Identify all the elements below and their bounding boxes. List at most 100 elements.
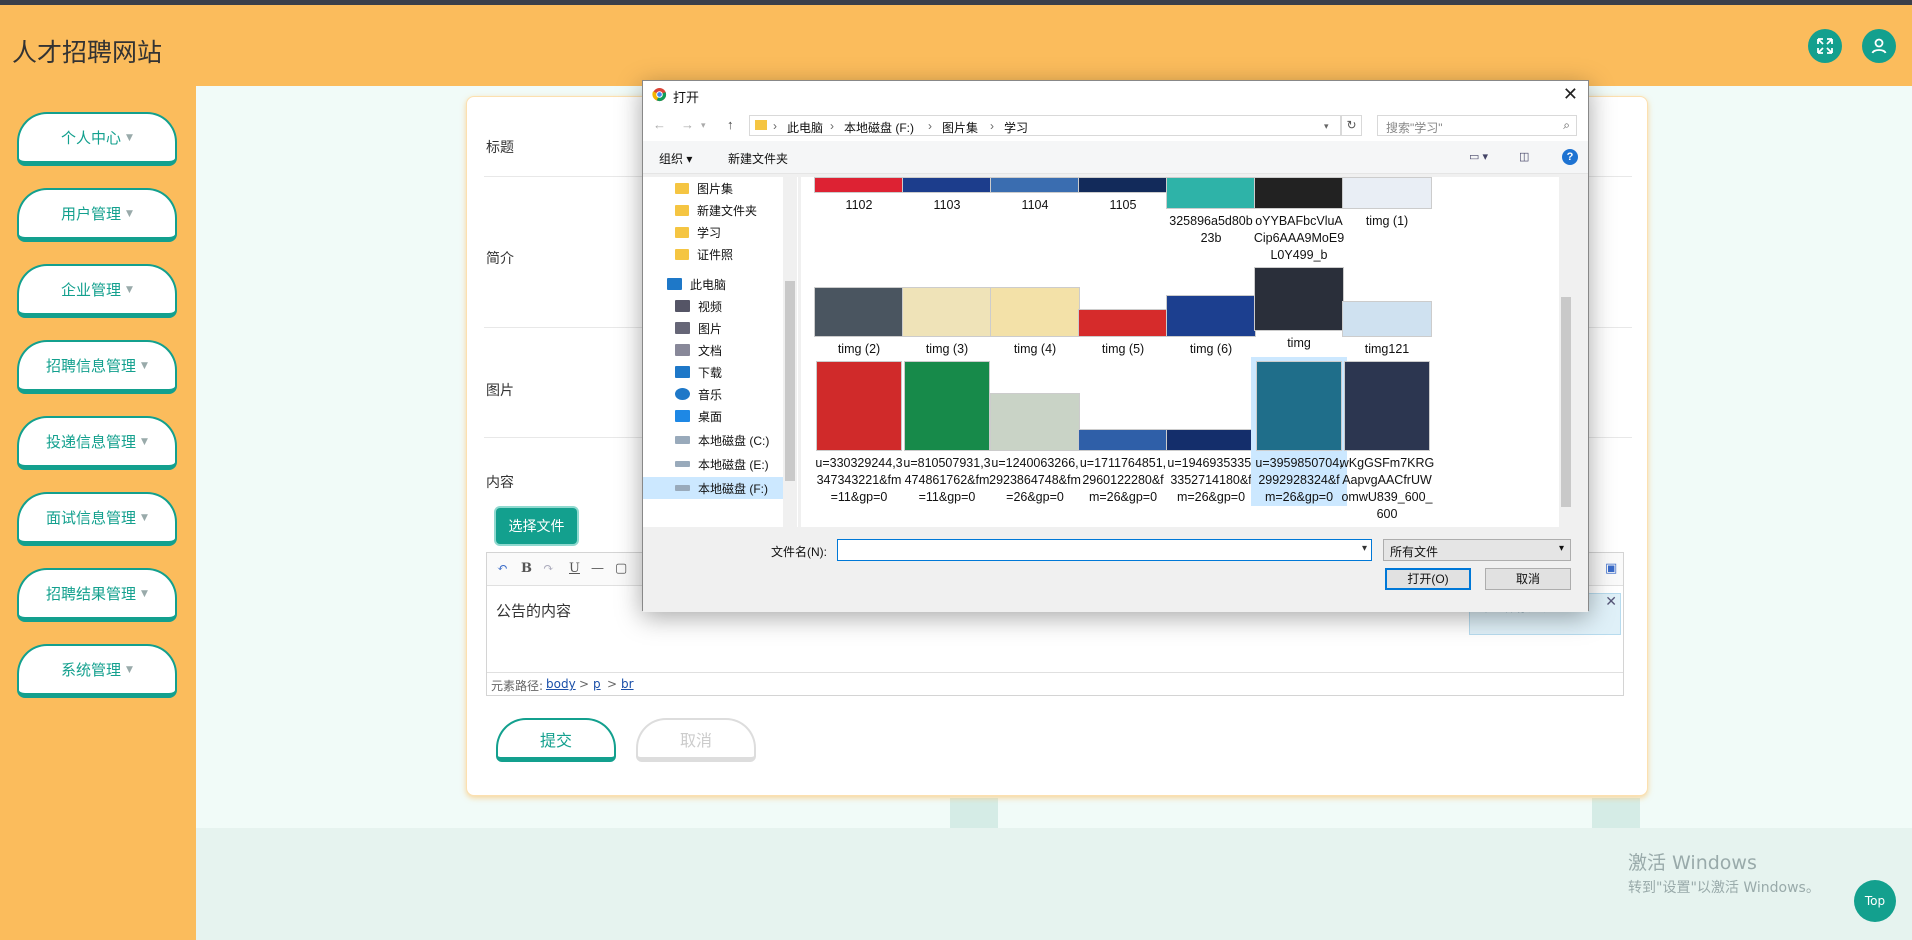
file-item[interactable]: timg	[1251, 267, 1347, 352]
file-item[interactable]: 325896a5d80b 23b	[1163, 177, 1259, 247]
file-item[interactable]: wKgGSFm7KRG AapvgAACfrUW omwU839_600_ 60…	[1339, 361, 1435, 523]
breadcrumb-segment[interactable]: 此电脑	[787, 119, 823, 136]
sidebar-item-application-management[interactable]: 投递信息管理 ▼	[17, 416, 177, 470]
file-item[interactable]: 1103	[899, 177, 995, 214]
file-item[interactable]: u=330329244,3 347343221&fm =11&gp=0	[811, 361, 907, 506]
tree-item-videos[interactable]: 视频	[643, 295, 783, 317]
refresh-button[interactable]: ↻	[1341, 115, 1362, 136]
file-item[interactable]: u=1946935335, 3352714180&f m=26&gp=0	[1163, 361, 1259, 506]
user-button[interactable]	[1862, 29, 1896, 63]
close-icon[interactable]: ✕	[1563, 84, 1578, 105]
sidebar-item-interview-management[interactable]: 面试信息管理 ▼	[17, 492, 177, 546]
filetype-select[interactable]: 所有文件 ▾	[1383, 539, 1571, 561]
organize-button[interactable]: 组织 ▾	[659, 150, 692, 167]
file-name: u=1240063266, 2923864748&fm =26&gp=0	[989, 456, 1081, 504]
tree-item-folder[interactable]: 证件照	[643, 243, 783, 265]
close-icon[interactable]: ✕	[1605, 594, 1617, 610]
tree-item-desktop[interactable]: 桌面	[643, 405, 783, 427]
sidebar-item-system-management[interactable]: 系统管理 ▼	[17, 644, 177, 698]
choose-file-button[interactable]: 选择文件	[496, 508, 577, 544]
navigation-pane: 图片集 新建文件夹 学习 证件照 此电脑 视频 图片 文档 下载 音乐 桌面 本…	[643, 177, 798, 527]
chrome-icon	[652, 87, 667, 102]
submit-button[interactable]: 提交	[496, 718, 616, 762]
address-bar[interactable]: › 此电脑 › 本地磁盘 (F:) › 图片集 › 学习 ▾	[749, 115, 1341, 136]
sidebar-item-result-management[interactable]: 招聘结果管理 ▼	[17, 568, 177, 622]
tree-item-pictures[interactable]: 图片	[643, 317, 783, 339]
horizontal-rule-icon[interactable]: —	[591, 561, 604, 576]
file-name: timg (5)	[1101, 342, 1145, 356]
file-item[interactable]: oYYBAFbcVluA Cip6AAA9MoE9 L0Y499_b	[1251, 177, 1347, 264]
fullscreen-button[interactable]	[1808, 29, 1842, 63]
tree-item-downloads[interactable]: 下载	[643, 361, 783, 383]
tree-scrollbar[interactable]	[783, 177, 797, 527]
file-item[interactable]: 1102	[811, 177, 907, 214]
file-item[interactable]: timg (5)	[1075, 287, 1171, 358]
path-link-br[interactable]: br	[621, 677, 634, 691]
help-icon[interactable]: ?	[1562, 149, 1578, 165]
cancel-button[interactable]: 取消	[636, 718, 756, 762]
file-item[interactable]: timg (3)	[899, 287, 995, 358]
forward-icon[interactable]: →	[681, 117, 694, 132]
tree-item-label: 本地磁盘 (C:)	[698, 433, 770, 448]
underline-icon[interactable]: U	[569, 561, 580, 576]
dialog-cancel-button[interactable]: 取消	[1485, 568, 1571, 590]
tree-item-folder[interactable]: 新建文件夹	[643, 199, 783, 221]
filename-input[interactable]: ▾	[837, 539, 1372, 561]
file-list-scrollbar[interactable]	[1559, 177, 1573, 527]
preview-pane-icon[interactable]: ◫	[1519, 150, 1529, 163]
tree-item-documents[interactable]: 文档	[643, 339, 783, 361]
tree-item-music[interactable]: 音乐	[643, 383, 783, 405]
tree-item-this-pc[interactable]: 此电脑	[643, 273, 783, 295]
path-link-p[interactable]: p	[593, 677, 601, 691]
file-item[interactable]: timg (1)	[1339, 177, 1435, 230]
scrollbar-thumb[interactable]	[1561, 297, 1571, 507]
breadcrumb-segment[interactable]: 学习	[1004, 119, 1028, 136]
breadcrumb-segment[interactable]: 本地磁盘 (F:)	[844, 119, 914, 136]
tree-item-drive-f[interactable]: 本地磁盘 (F:)	[643, 477, 783, 499]
breadcrumb-segment[interactable]: 图片集	[942, 119, 978, 136]
file-name: 1104	[1021, 198, 1049, 212]
path-link-body[interactable]: body	[546, 677, 576, 691]
file-item[interactable]: timg (6)	[1163, 287, 1259, 358]
bold-icon[interactable]: B	[521, 561, 532, 576]
scrollbar-thumb[interactable]	[785, 281, 795, 481]
search-input[interactable]: 搜索"学习" ⌕	[1377, 115, 1577, 136]
up-icon[interactable]: ↑	[727, 117, 734, 132]
file-name: timg (2)	[837, 342, 881, 356]
fullscreen-editor-icon[interactable]: ▣	[1605, 561, 1617, 576]
sidebar-item-user-management[interactable]: 用户管理 ▼	[17, 188, 177, 242]
file-item[interactable]: u=1711764851, 2960122280&f m=26&gp=0	[1075, 361, 1171, 506]
tree-item-label: 图片集	[697, 181, 734, 196]
sidebar-item-personal-center[interactable]: 个人中心 ▼	[17, 112, 177, 166]
sidebar-item-job-info-management[interactable]: 招聘信息管理 ▼	[17, 340, 177, 394]
tree-item-folder[interactable]: 学习	[643, 221, 783, 243]
tree-item-folder[interactable]: 图片集	[643, 177, 783, 199]
file-item[interactable]: u=1240063266, 2923864748&fm =26&gp=0	[987, 361, 1083, 506]
redo-icon[interactable]: ↷	[543, 561, 554, 576]
back-to-top-button[interactable]: Top	[1854, 880, 1896, 922]
editor-content[interactable]: 公告的内容	[496, 600, 571, 621]
tree-item-drive-c[interactable]: 本地磁盘 (C:)	[643, 429, 783, 451]
chevron-down-icon[interactable]: ▾	[1324, 121, 1329, 132]
file-item[interactable]: timg121	[1339, 287, 1435, 358]
file-item[interactable]: 1104	[987, 177, 1083, 214]
chevron-down-icon[interactable]: ▾	[1362, 543, 1367, 554]
back-icon[interactable]: ←	[653, 117, 666, 132]
document-icon[interactable]: ▢	[615, 561, 627, 576]
file-item[interactable]: u=810507931,3 474861762&fm =11&gp=0	[899, 361, 995, 506]
folder-icon	[675, 248, 689, 260]
new-folder-button[interactable]: 新建文件夹	[728, 150, 788, 167]
view-options-icon[interactable]: ▭ ▾	[1469, 150, 1488, 163]
file-item-selected[interactable]: u=3959850704, 2992928324&f m=26&gp=0	[1251, 357, 1347, 506]
recent-dropdown-icon[interactable]: ▾	[701, 120, 706, 131]
file-item[interactable]: timg (4)	[987, 287, 1083, 358]
file-item[interactable]: timg (2)	[811, 287, 907, 358]
image-thumbnail	[990, 177, 1080, 193]
open-button[interactable]: 打开(O)	[1385, 568, 1471, 590]
file-item[interactable]: 1105	[1075, 177, 1171, 214]
image-thumbnail	[1254, 177, 1344, 209]
path-separator: >	[607, 677, 618, 691]
undo-icon[interactable]: ↶	[497, 561, 508, 576]
sidebar-item-company-management[interactable]: 企业管理 ▼	[17, 264, 177, 318]
tree-item-drive-e[interactable]: 本地磁盘 (E:)	[643, 453, 783, 475]
